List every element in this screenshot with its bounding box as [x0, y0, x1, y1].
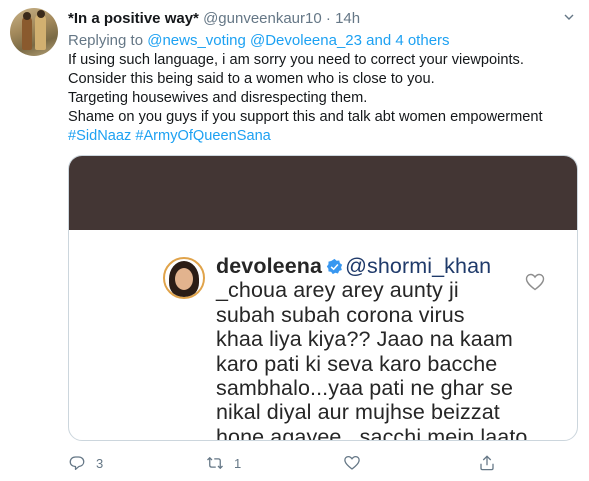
retweet-count: 1: [234, 455, 242, 471]
comment-line: hone agayee...sacchi mein laato: [216, 424, 528, 441]
comment-line: karo pati ki seva karo bacche: [216, 351, 498, 376]
comment-line: subah subah corona virus: [216, 302, 465, 327]
reply-icon: [69, 456, 85, 471]
instagram-mention: @shormi_khan: [345, 254, 492, 278]
replying-to-label: Replying to: [68, 32, 144, 49]
heart-outline-icon: [525, 273, 545, 291]
instagram-avatar: [163, 257, 205, 299]
tweet-body: If using such language, i am sorry you n…: [68, 51, 578, 146]
author-name[interactable]: *In a positive way*: [68, 10, 199, 27]
separator-dot: ·: [325, 10, 331, 27]
reply-button[interactable]: 3: [68, 452, 103, 474]
avatar-figure: [22, 16, 32, 50]
retweet-button[interactable]: 1: [206, 452, 241, 474]
author-avatar[interactable]: [10, 8, 58, 56]
tweet-timestamp[interactable]: 14h: [335, 10, 360, 27]
tweet-text-line: If using such language, i am sorry you n…: [68, 52, 524, 68]
comment-line: sambhalo...yaa pati ne ghar se: [216, 376, 514, 401]
verified-badge-icon: [326, 258, 343, 275]
comment-line: khaa liya kiya?? Jaao na kaam: [216, 327, 513, 352]
avatar-figure: [35, 14, 46, 50]
reply-count: 3: [96, 455, 104, 471]
avatar-figure-head: [23, 12, 31, 20]
instagram-username: devoleena: [216, 254, 323, 278]
chevron-down-icon[interactable]: [564, 12, 574, 22]
retweet-icon: [207, 456, 223, 470]
share-button[interactable]: [478, 452, 496, 474]
tweet-actions: 3 1: [68, 452, 580, 474]
avatar-face: [175, 268, 193, 290]
image-top-band: [69, 156, 577, 230]
avatar-figure-head: [37, 10, 45, 18]
tweet-text-line: Targeting housewives and disrespecting t…: [68, 90, 368, 106]
comment-line: nikal diyal aur mujhse beizzat: [216, 400, 500, 425]
tweet-text-line: Shame on you guys if you support this an…: [68, 109, 543, 125]
heart-icon: [344, 455, 360, 470]
hashtags[interactable]: #SidNaaz #ArmyOfQueenSana: [68, 127, 578, 146]
tweet-text-line: Consider this being said to a women who …: [68, 71, 435, 87]
tweet-header: *In a positive way* @gunveenkaur10 · 14h: [68, 10, 360, 28]
share-icon: [480, 455, 494, 471]
like-button[interactable]: [343, 452, 371, 474]
instagram-comment: devoleena @shormi_khan _choua arey arey …: [216, 254, 556, 441]
author-handle[interactable]: @gunveenkaur10: [203, 10, 322, 27]
tweet-media-image[interactable]: devoleena @shormi_khan _choua arey arey …: [68, 155, 578, 441]
comment-line: _choua arey arey aunty ji: [216, 278, 459, 303]
replying-to: Replying to @news_voting @Devoleena_23 a…: [68, 32, 450, 50]
replying-to-users-link[interactable]: @news_voting @Devoleena_23 and 4 others: [147, 32, 449, 49]
